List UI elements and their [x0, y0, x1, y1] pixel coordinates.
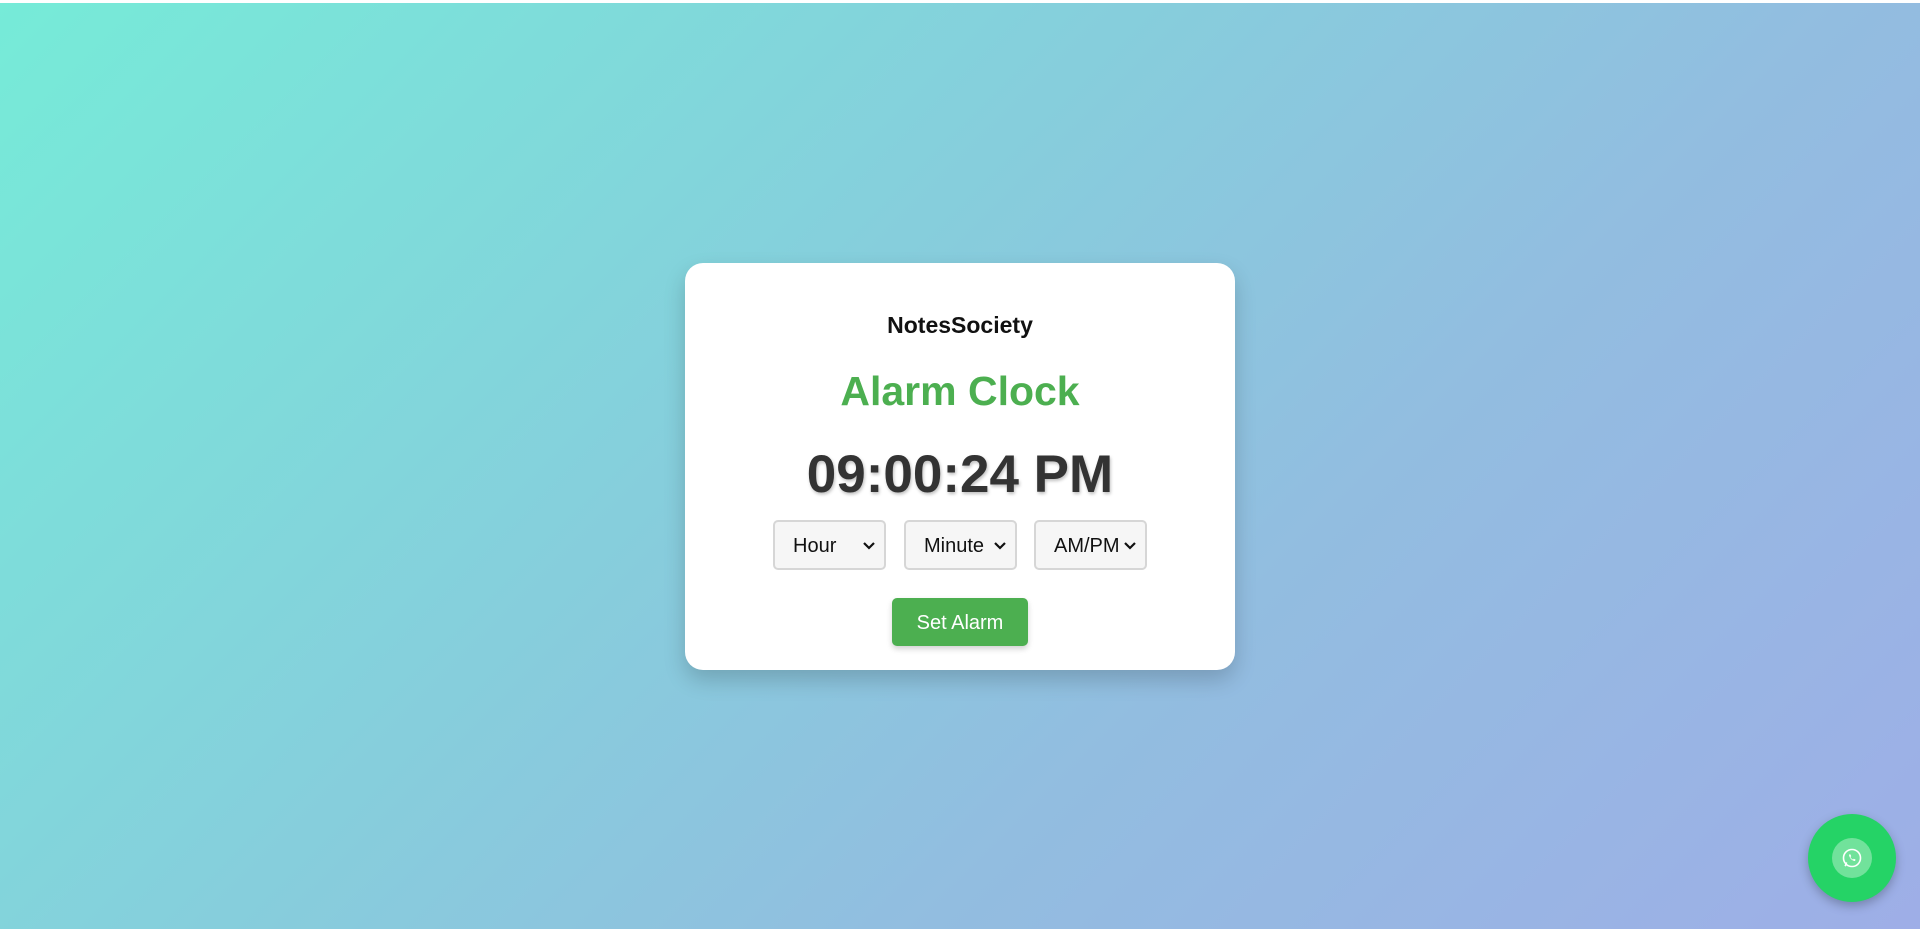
- whatsapp-icon: [1842, 848, 1862, 868]
- alarm-card: NotesSociety Alarm Clock 09:00:24 PM Hou…: [685, 263, 1235, 670]
- page-title: Alarm Clock: [840, 368, 1080, 414]
- ampm-select-value: AM/PM: [1054, 535, 1120, 557]
- hour-select[interactable]: Hour: [773, 520, 886, 570]
- chevron-down-icon: [860, 532, 878, 560]
- chevron-down-icon: [991, 532, 1009, 560]
- alarm-time-selects: Hour Minute AM/PM: [773, 520, 1149, 572]
- ampm-select[interactable]: AM/PM: [1034, 520, 1147, 570]
- clock-display: 09:00:24 PM: [806, 445, 1114, 504]
- brand-name: NotesSociety: [887, 312, 1033, 338]
- minute-select[interactable]: Minute: [904, 520, 1017, 570]
- chevron-down-icon: [1121, 532, 1139, 560]
- hour-select-value: Hour: [793, 535, 837, 557]
- whatsapp-button[interactable]: [1808, 814, 1896, 902]
- set-alarm-button[interactable]: Set Alarm: [892, 598, 1028, 646]
- minute-select-value: Minute: [924, 535, 985, 557]
